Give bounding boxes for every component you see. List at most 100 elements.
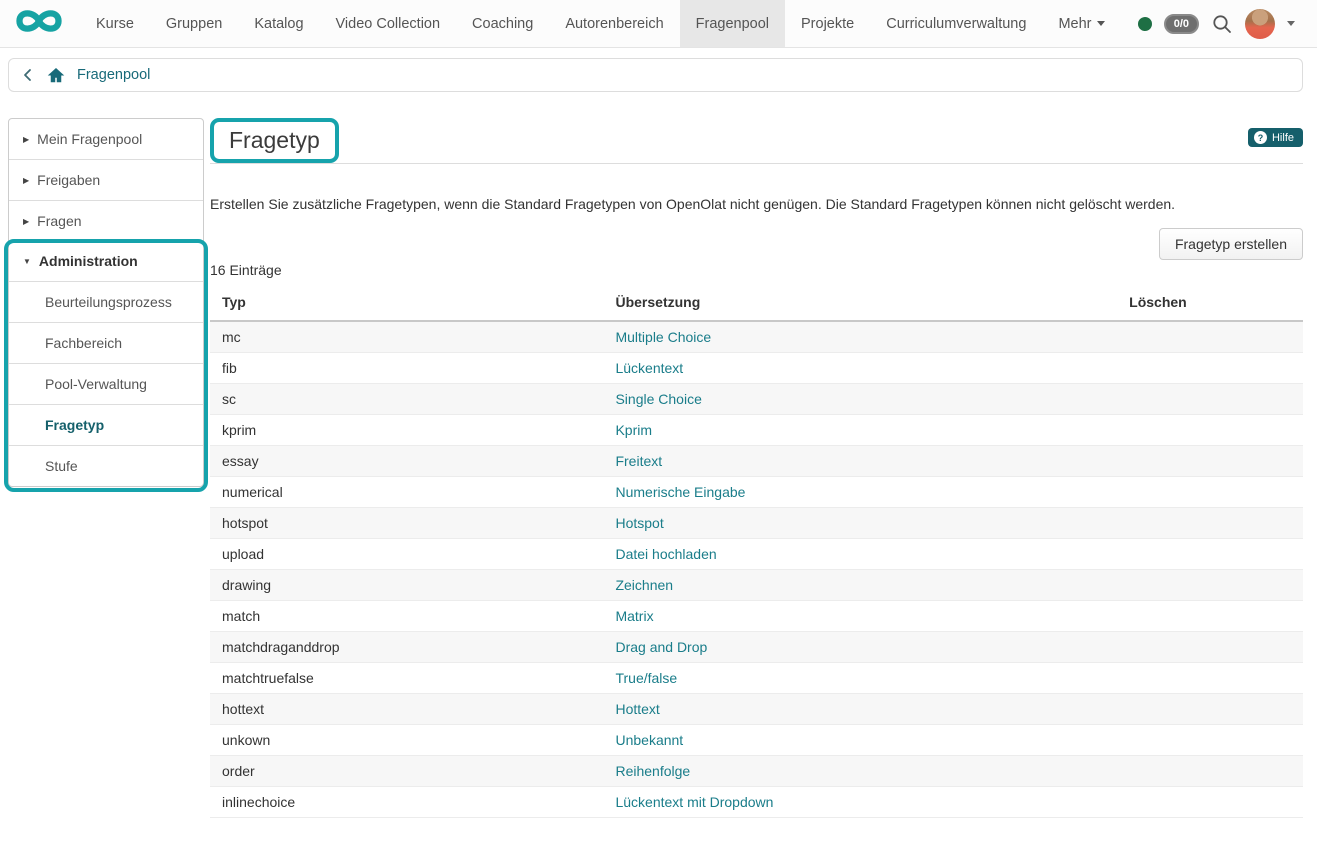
- title-divider: [210, 163, 1303, 164]
- table-row: fib Lückentext: [210, 353, 1303, 384]
- uebersetzung-cell: Numerische Eingabe: [603, 477, 1117, 508]
- translation-link[interactable]: Multiple Choice: [615, 329, 711, 345]
- translation-link[interactable]: Hottext: [615, 701, 659, 717]
- translation-link[interactable]: Freitext: [615, 453, 662, 469]
- menu-item-projekte[interactable]: Projekte: [785, 0, 870, 47]
- title-row: Fragetyp ? Hilfe: [210, 118, 1303, 166]
- table-row: match Matrix: [210, 601, 1303, 632]
- translation-link[interactable]: Drag and Drop: [615, 639, 707, 655]
- menu-item-mehr[interactable]: Mehr: [1042, 0, 1121, 47]
- typ-cell: matchdraganddrop: [210, 632, 603, 663]
- sidebar-item-label: Administration: [39, 253, 138, 269]
- uebersetzung-cell: Drag and Drop: [603, 632, 1117, 663]
- fragetyp-table: Typ Übersetzung Löschen mcMultiple Choic…: [210, 288, 1303, 818]
- breadcrumb: Fragenpool: [8, 58, 1303, 92]
- loeschen-cell: [1117, 787, 1303, 818]
- menu-item-katalog[interactable]: Katalog: [238, 0, 319, 47]
- table-row: matchtruefalse True/false: [210, 663, 1303, 694]
- sidebar-panel: ▶ Mein Fragenpool ▶Freigaben▶Fragen ▼ Admi…: [8, 118, 204, 487]
- typ-cell: sc: [210, 384, 603, 415]
- back-chevron-icon[interactable]: [21, 67, 35, 83]
- sidebar-item-fragen[interactable]: ▶Fragen: [9, 201, 203, 241]
- translation-link[interactable]: Matrix: [615, 608, 653, 624]
- menu-item-gruppen[interactable]: Gruppen: [150, 0, 238, 47]
- sidebar-item-freigaben[interactable]: ▶Freigaben: [9, 160, 203, 201]
- typ-cell: order: [210, 756, 603, 787]
- translation-link[interactable]: Lückentext: [615, 360, 683, 376]
- typ-cell: match: [210, 601, 603, 632]
- navbar-right-cluster: 0/0: [1138, 0, 1317, 47]
- sidebar-item-label: Mein Fragenpool: [37, 131, 142, 147]
- loeschen-cell: [1117, 508, 1303, 539]
- main-menu: KurseGruppenKatalogVideo CollectionCoach…: [80, 0, 1042, 47]
- sidebar-item-fachbereich[interactable]: Fachbereich: [9, 323, 203, 364]
- uebersetzung-cell: Kprim: [603, 415, 1117, 446]
- menu-item-label: Mehr: [1058, 16, 1091, 32]
- uebersetzung-cell: Lückentext mit Dropdown: [603, 787, 1117, 818]
- sidebar-item-fragetyp[interactable]: Fragetyp: [9, 405, 203, 446]
- chevron-collapsed-icon: ▶: [23, 135, 29, 144]
- top-navbar: KurseGruppenKatalogVideo CollectionCoach…: [0, 0, 1317, 48]
- chevron-expanded-icon: ▼: [23, 257, 31, 266]
- table-row: sc Single Choice: [210, 384, 1303, 415]
- translation-link[interactable]: Datei hochladen: [615, 546, 716, 562]
- user-menu-chevron-down-icon[interactable]: [1287, 21, 1295, 26]
- translation-link[interactable]: Numerische Eingabe: [615, 484, 745, 500]
- typ-cell: drawing: [210, 570, 603, 601]
- sidebar-item-stufe[interactable]: Stufe: [9, 446, 203, 486]
- table-header-row: Typ Übersetzung Löschen: [210, 288, 1303, 321]
- sidebar-item-administration[interactable]: ▼ Administration: [9, 241, 203, 282]
- menu-item-kurse[interactable]: Kurse: [80, 0, 150, 47]
- column-header-uebersetzung: Übersetzung: [603, 288, 1117, 321]
- navbar-spacer: [1121, 0, 1137, 47]
- typ-cell: upload: [210, 539, 603, 570]
- translation-link[interactable]: Reihenfolge: [615, 763, 690, 779]
- menu-item-coaching[interactable]: Coaching: [456, 0, 549, 47]
- loeschen-cell: [1117, 632, 1303, 663]
- table-row: unkownUnbekannt: [210, 725, 1303, 756]
- menu-item-curriculumverwaltung[interactable]: Curriculumverwaltung: [870, 0, 1042, 47]
- chevron-collapsed-icon: ▶: [23, 217, 29, 226]
- typ-cell: matchtruefalse: [210, 663, 603, 694]
- translation-link[interactable]: Lückentext mit Dropdown: [615, 794, 773, 810]
- breadcrumb-item-fragenpool[interactable]: Fragenpool: [77, 67, 150, 83]
- loeschen-cell: [1117, 446, 1303, 477]
- loeschen-cell: [1117, 384, 1303, 415]
- sidebar-item-mein-fragenpool[interactable]: ▶ Mein Fragenpool: [9, 119, 203, 160]
- column-header-typ: Typ: [210, 288, 603, 321]
- loeschen-cell: [1117, 353, 1303, 384]
- typ-cell: fib: [210, 353, 603, 384]
- translation-link[interactable]: Zeichnen: [615, 577, 673, 593]
- sidebar-section-administration: ▼ Administration BeurteilungsprozessFach…: [9, 241, 203, 486]
- translation-link[interactable]: True/false: [615, 670, 677, 686]
- menu-item-fragenpool[interactable]: Fragenpool: [680, 0, 785, 47]
- search-icon[interactable]: [1211, 13, 1233, 35]
- translation-link[interactable]: Kprim: [615, 422, 652, 438]
- translation-link[interactable]: Single Choice: [615, 391, 701, 407]
- table-row: hotspotHotspot: [210, 508, 1303, 539]
- loeschen-cell: [1117, 756, 1303, 787]
- typ-cell: numerical: [210, 477, 603, 508]
- chevron-collapsed-icon: ▶: [23, 176, 29, 185]
- table-row: inlinechoiceLückentext mit Dropdown: [210, 787, 1303, 818]
- sidebar-item-beurteilungsprozess[interactable]: Beurteilungsprozess: [9, 282, 203, 323]
- sidebar-item-pool-verwaltung[interactable]: Pool-Verwaltung: [9, 364, 203, 405]
- home-icon[interactable]: [47, 67, 65, 84]
- uebersetzung-cell: Single Choice: [603, 384, 1117, 415]
- chat-count-badge[interactable]: 0/0: [1164, 14, 1199, 34]
- menu-item-video-collection[interactable]: Video Collection: [320, 0, 457, 47]
- uebersetzung-cell: True/false: [603, 663, 1117, 694]
- translation-link[interactable]: Hotspot: [615, 515, 663, 531]
- openolat-logo[interactable]: [0, 0, 80, 47]
- uebersetzung-cell: Datei hochladen: [603, 539, 1117, 570]
- loeschen-cell: [1117, 570, 1303, 601]
- help-button[interactable]: ? Hilfe: [1248, 128, 1303, 147]
- user-avatar[interactable]: [1245, 9, 1275, 39]
- page-description: Erstellen Sie zusätzliche Fragetypen, we…: [210, 196, 1303, 212]
- menu-item-autorenbereich[interactable]: Autorenbereich: [549, 0, 679, 47]
- loeschen-cell: [1117, 539, 1303, 570]
- create-fragetyp-button[interactable]: Fragetyp erstellen: [1159, 228, 1303, 260]
- uebersetzung-cell: Hottext: [603, 694, 1117, 725]
- table-row: essayFreitext: [210, 446, 1303, 477]
- translation-link[interactable]: Unbekannt: [615, 732, 683, 748]
